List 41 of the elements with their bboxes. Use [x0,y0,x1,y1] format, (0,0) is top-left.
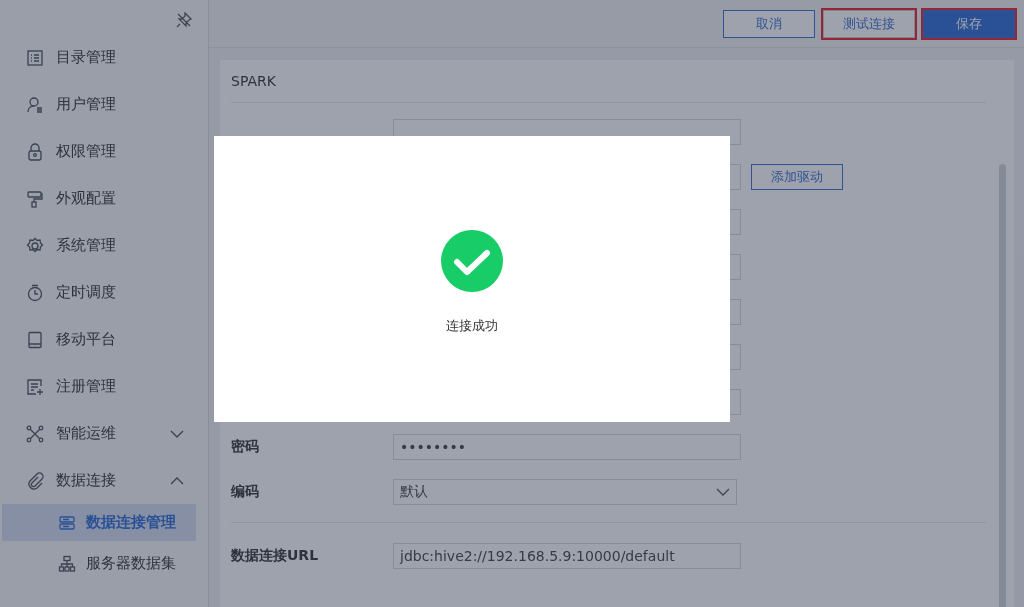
nav-icon [26,95,44,114]
nav-icon [26,471,44,490]
nav-subitem[interactable]: 服务器数据集 [2,545,196,582]
nav-icon [26,330,44,349]
chevron-down-icon[interactable] [170,429,184,438]
chevron-up-icon[interactable] [170,476,184,485]
toolbar-button[interactable]: 取消 [723,9,815,38]
nav-icon [58,554,76,573]
toolbar-button[interactable]: 保存 [923,9,1015,38]
nav-icon [58,513,76,532]
select-field[interactable]: 默认 [393,478,737,505]
nav-item[interactable]: 注册管理 [0,363,208,410]
chevron-down-icon [716,487,730,496]
panel-title: SPARK [231,60,986,103]
password-field[interactable]: •••••••• [393,433,741,460]
pin-icon[interactable] [176,12,192,28]
nav-item[interactable]: 智能运维 [0,410,208,457]
nav-item[interactable]: 权限管理 [0,128,208,175]
nav-item[interactable]: 目录管理 [0,34,208,81]
nav-item[interactable]: 外观配置 [0,175,208,222]
nav-icon [26,236,44,255]
nav-item[interactable]: 定时调度 [0,269,208,316]
toolbar-button[interactable]: 测试连接 [823,9,915,38]
dialog-message: 连接成功 [446,317,498,335]
success-check-icon [440,229,504,293]
nav-icon [26,377,44,396]
nav-icon [26,48,44,67]
field-label: 密码 [231,437,259,454]
nav-icon [26,189,44,208]
nav-item[interactable]: 用户管理 [0,81,208,128]
field-label: 编码 [231,482,259,499]
nav-item[interactable]: 移动平台 [0,316,208,363]
nav-item[interactable]: 系统管理 [0,222,208,269]
field-label: 数据连接URL [231,546,319,563]
input-field[interactable]: jdbc:hive2://192.168.5.9:10000/default [393,542,741,569]
nav-icon [26,424,44,443]
add-driver-button[interactable]: 添加驱动 [751,163,843,190]
nav-item[interactable]: 数据连接 [0,457,208,504]
nav-icon [26,283,44,302]
nav-icon [26,142,44,161]
scrollbar[interactable] [999,164,1006,607]
